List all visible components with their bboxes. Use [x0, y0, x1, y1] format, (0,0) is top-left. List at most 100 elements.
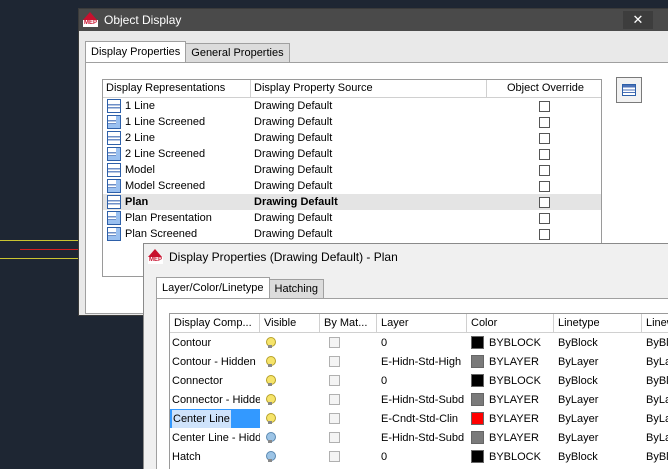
lightbulb-icon[interactable] — [266, 355, 276, 368]
lineweight-cell[interactable]: ByLay — [642, 390, 668, 409]
linetype-cell[interactable]: ByBlock — [554, 371, 642, 390]
layer-cell[interactable]: 0 — [377, 371, 467, 390]
by-material-checkbox[interactable] — [329, 432, 340, 443]
linetype-cell[interactable]: ByBlock — [554, 447, 642, 466]
override-checkbox[interactable] — [538, 196, 550, 208]
lineweight-cell[interactable]: ByBlo — [642, 371, 668, 390]
layer-cell[interactable]: E-Hidn-Std-Subd — [377, 428, 467, 447]
layer-cell[interactable]: 0 — [377, 447, 467, 466]
component-name[interactable]: Center Line - Hidd — [172, 429, 260, 447]
lineweight-cell[interactable]: ByBlo — [642, 447, 668, 466]
layer-cell[interactable]: E-Cndt-Std-Clin — [377, 409, 467, 428]
component-name[interactable]: Contour - Hidden — [172, 353, 256, 371]
lightbulb-icon[interactable] — [266, 450, 276, 463]
by-material-checkbox[interactable] — [329, 451, 340, 462]
title-bar[interactable]: MEP Object Display — [79, 9, 668, 31]
color-cell[interactable]: BYLAYER — [467, 352, 554, 371]
table-row[interactable]: Contour - Hidden E-Hidn-Std-High BYLAYER By… — [170, 352, 668, 371]
close-icon[interactable]: ✕ — [623, 11, 653, 29]
by-material-checkbox[interactable] — [329, 337, 340, 348]
lineweight-cell[interactable]: ByBlo — [642, 333, 668, 352]
column-header-src[interactable]: Display Property Source — [251, 80, 487, 97]
column-header-override[interactable]: Object Override — [487, 80, 601, 97]
color-cell[interactable]: BYBLOCK — [467, 333, 554, 352]
color-value: BYLAYER — [489, 412, 539, 425]
color-cell[interactable]: BYLAYER — [467, 409, 554, 428]
lineweight-cell[interactable]: ByLay — [642, 428, 668, 447]
color-swatch — [471, 431, 484, 444]
linetype-cell[interactable]: ByLayer — [554, 428, 642, 447]
lightbulb-icon[interactable] — [266, 374, 276, 387]
lightbulb-icon[interactable] — [266, 412, 276, 425]
column-header-component[interactable]: Display Comp... — [170, 314, 260, 333]
table-row[interactable]: Hatch 0 BYBLOCK ByBlockByBlo — [170, 447, 668, 466]
rep-source: Drawing Default — [254, 100, 333, 112]
tab-display-properties[interactable]: Display Properties — [85, 41, 187, 63]
color-cell[interactable]: BYLAYER — [467, 428, 554, 447]
linetype-cell[interactable]: ByBlock — [554, 333, 642, 352]
override-checkbox[interactable] — [538, 180, 550, 192]
layer-cell[interactable]: 0 — [377, 333, 467, 352]
tab-layer-color-linetype[interactable]: Layer/Color/Linetype — [156, 277, 270, 299]
lightbulb-icon[interactable] — [266, 336, 276, 349]
layer-cell[interactable]: E-Hidn-Std-High — [377, 352, 467, 371]
title-bar[interactable]: MEP Display Properties (Drawing Default)… — [144, 244, 668, 270]
list-item[interactable]: Model Drawing Default — [103, 162, 601, 178]
column-header-by-material[interactable]: By Mat... — [320, 314, 377, 333]
linetype-cell[interactable]: ByLayer — [554, 409, 642, 428]
lightbulb-icon[interactable] — [266, 431, 276, 444]
component-name[interactable]: Contour — [172, 334, 211, 352]
linetype-cell[interactable]: ByLayer — [554, 390, 642, 409]
component-name[interactable]: Connector — [172, 372, 223, 390]
by-material-checkbox[interactable] — [329, 375, 340, 386]
override-checkbox[interactable] — [538, 148, 550, 160]
tab-hatching[interactable]: Hatching — [268, 279, 324, 299]
color-cell[interactable]: BYBLOCK — [467, 447, 554, 466]
component-name[interactable]: Center Line — [172, 409, 231, 428]
list-item[interactable]: Plan Presentation Drawing Default — [103, 210, 601, 226]
override-checkbox[interactable] — [538, 228, 550, 240]
table-row[interactable]: Connector 0 BYBLOCK ByBlockByBlo — [170, 371, 668, 390]
column-header-visible[interactable]: Visible — [260, 314, 320, 333]
table-row[interactable]: Connector - Hidde E-Hidn-Std-Subd BYLAYER B… — [170, 390, 668, 409]
list-item[interactable]: 2 Line Drawing Default — [103, 130, 601, 146]
override-checkbox[interactable] — [538, 132, 550, 144]
list-item[interactable]: 1 Line Screened Drawing Default — [103, 114, 601, 130]
color-cell[interactable]: BYBLOCK — [467, 371, 554, 390]
by-material-checkbox[interactable] — [329, 356, 340, 367]
column-header-layer[interactable]: Layer — [377, 314, 467, 333]
lightbulb-icon[interactable] — [266, 393, 276, 406]
color-value: BYLAYER — [489, 355, 539, 368]
linetype-cell[interactable]: ByLayer — [554, 352, 642, 371]
tab-general-properties[interactable]: General Properties — [185, 43, 290, 63]
lineweight-cell[interactable]: ByLay — [642, 352, 668, 371]
column-header-rep[interactable]: Display Representations — [103, 80, 251, 97]
by-material-checkbox[interactable] — [329, 413, 340, 424]
rep-name: 1 Line Screened — [125, 116, 206, 128]
list-item[interactable]: Plan Screened Drawing Default — [103, 226, 601, 242]
list-item[interactable]: 2 Line Screened Drawing Default — [103, 146, 601, 162]
override-checkbox[interactable] — [538, 116, 550, 128]
by-material-checkbox[interactable] — [329, 394, 340, 405]
column-header-color[interactable]: Color — [467, 314, 554, 333]
lineweight-cell[interactable]: ByLay — [642, 409, 668, 428]
column-header-lineweight[interactable]: Linew — [642, 314, 668, 333]
list-item[interactable]: 1 Line Drawing Default — [103, 98, 601, 114]
override-checkbox[interactable] — [538, 212, 550, 224]
layer-cell[interactable]: E-Hidn-Std-Subd — [377, 390, 467, 409]
column-header-linetype[interactable]: Linetype — [554, 314, 642, 333]
component-name[interactable]: Hatch — [172, 448, 201, 466]
list-item[interactable]: Plan Drawing Default — [103, 194, 601, 210]
drawing-line — [0, 240, 80, 241]
color-cell[interactable]: BYLAYER — [467, 390, 554, 409]
rep-name: Plan — [125, 196, 149, 208]
override-checkbox[interactable] — [538, 100, 550, 112]
display-properties-button[interactable] — [616, 77, 642, 103]
components-grid[interactable]: Display Comp... Visible By Mat... Layer … — [169, 313, 668, 469]
table-row[interactable]: Contour 0 BYBLOCK ByBlockByBlo — [170, 333, 668, 352]
table-row[interactable]: Center Line - Hidd E-Hidn-Std-Subd BYLAYER… — [170, 428, 668, 447]
override-checkbox[interactable] — [538, 164, 550, 176]
table-row[interactable]: Center Line E-Cndt-Std-Clin BYLAYER ByLayer… — [170, 409, 668, 428]
component-name[interactable]: Connector - Hidde — [172, 391, 260, 409]
list-item[interactable]: Model Screened Drawing Default — [103, 178, 601, 194]
